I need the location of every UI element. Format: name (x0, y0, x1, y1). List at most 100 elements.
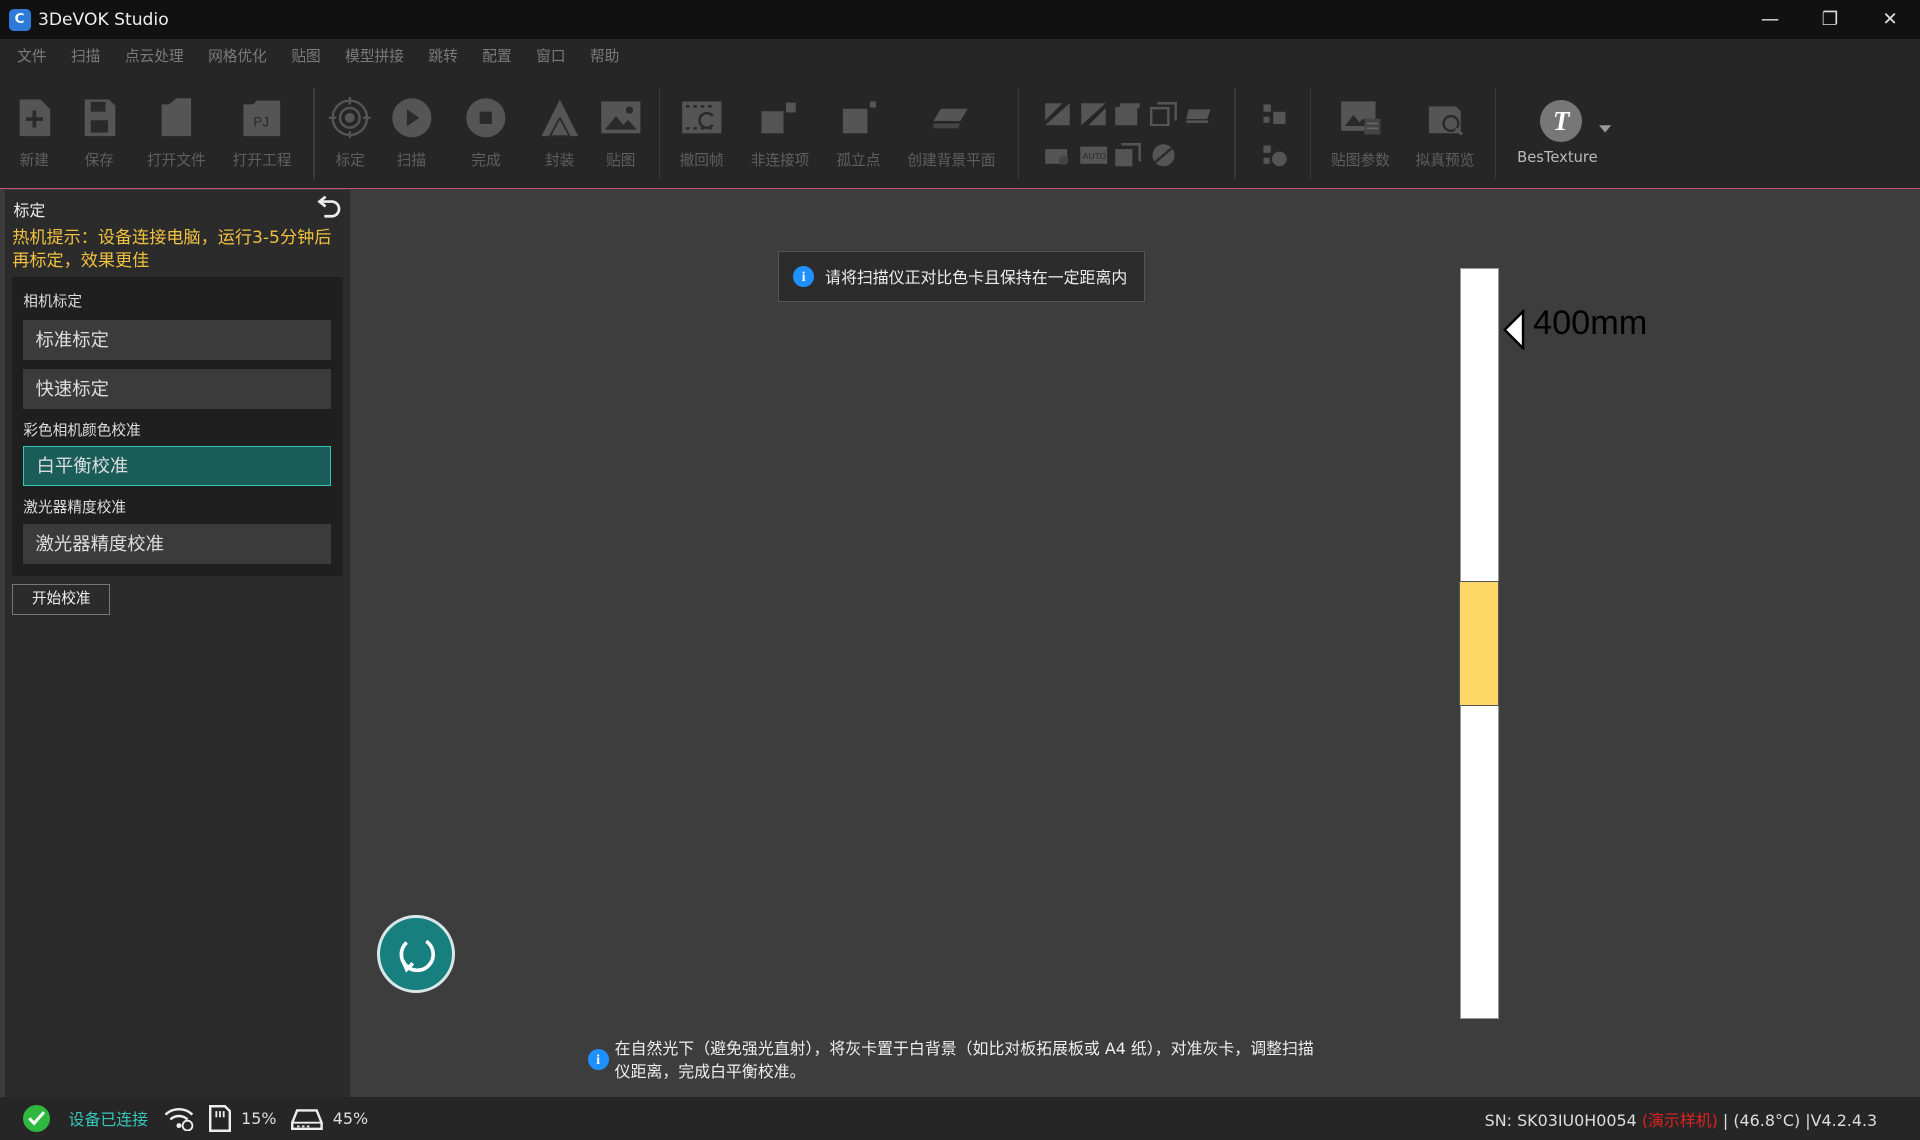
menu-point-cloud[interactable]: 点云处理 (113, 39, 196, 76)
bestexture-icon: T (1540, 100, 1583, 142)
open-project-icon: PJ (241, 95, 283, 139)
menu-file[interactable]: 文件 (5, 39, 59, 76)
quick-calibration-button[interactable]: 快速标定 (23, 368, 331, 409)
create-bg-plane-label: 创建背景平面 (907, 152, 996, 170)
scan-button[interactable]: 扫描 (391, 95, 433, 170)
bestexture-button[interactable]: T (1538, 98, 1585, 145)
toolbar-separator (1310, 88, 1312, 179)
edit-tool-6-icon[interactable] (1043, 142, 1072, 169)
laser-calibration-button[interactable]: 激光器精度校准 (23, 524, 331, 565)
save-icon (78, 95, 120, 139)
texture-params-icon (1340, 95, 1382, 139)
create-bg-plane-button[interactable]: 创建背景平面 (907, 95, 995, 170)
mock-preview-label: 拟真预览 (1415, 152, 1475, 170)
open-file-button[interactable]: 打开文件 (147, 95, 206, 170)
chevron-down-icon[interactable] (1597, 120, 1614, 137)
back-arrow-icon[interactable] (317, 193, 344, 219)
panel-title: 标定 (13, 201, 46, 221)
open-project-label: 打开工程 (232, 152, 292, 170)
bestexture-label: BesTexture (1517, 149, 1598, 167)
stop-icon (465, 95, 507, 139)
menu-model-merge[interactable]: 模型拼接 (333, 39, 416, 76)
camera-section-label: 相机标定 (23, 293, 83, 311)
title-bar: C 3DeVOK Studio — ❐ ✕ (0, 0, 1920, 40)
app-window: C 3DeVOK Studio — ❐ ✕ 文件 扫描 点云处理 网格优化 贴图… (0, 0, 1920, 1140)
refresh-icon (399, 940, 435, 974)
auto-tool-icon[interactable]: AUTO (1079, 142, 1108, 169)
status-bar: 设备已连接 15% 45% SN: SK03IU0H0054 (演示样机) | … (0, 1097, 1920, 1140)
menu-window[interactable]: 窗口 (524, 39, 578, 76)
refresh-button[interactable] (377, 914, 456, 994)
non-connected-button[interactable]: 非连接项 (750, 95, 810, 170)
open-file-label: 打开文件 (146, 152, 206, 170)
close-button[interactable]: ✕ (1860, 0, 1920, 39)
target-icon (329, 95, 371, 139)
plane-icon (931, 95, 973, 139)
minimize-button[interactable]: — (1740, 0, 1800, 39)
toolbar-separator (658, 88, 660, 179)
new-button[interactable]: 新建 (13, 95, 55, 170)
start-calibration-button[interactable]: 开始校准 (12, 584, 111, 615)
memory-percent: 45% (332, 1109, 369, 1129)
edit-tool-2-icon[interactable] (1079, 100, 1108, 127)
isolated-points-button[interactable]: 孤立点 (836, 95, 880, 170)
finish-button[interactable]: 完成 (465, 95, 507, 170)
edit-tool-4-icon[interactable] (1149, 100, 1178, 127)
triangles-icon (539, 95, 581, 139)
non-connected-label: 非连接项 (750, 152, 810, 170)
toolbar-separator (1495, 88, 1497, 179)
encapsulate-label: 封装 (544, 152, 575, 170)
calibrate-button[interactable]: 标定 (329, 95, 371, 170)
merge-tool-2-icon[interactable] (1260, 142, 1289, 169)
new-label: 新建 (19, 152, 49, 170)
warmup-tip: 热机提示：设备连接电脑，运行3-5分钟后再标定，效果更佳 (12, 227, 332, 271)
edit-tool-5-icon[interactable] (1184, 100, 1213, 127)
mock-preview-button[interactable]: 拟真预览 (1415, 95, 1475, 170)
distance-pointer-icon (1501, 308, 1525, 356)
sd-card-icon (209, 1105, 232, 1133)
menu-mesh-optimize[interactable]: 网格优化 (196, 39, 279, 76)
edit-tool-1-icon[interactable] (1043, 100, 1072, 127)
merge-tool-1-icon[interactable] (1260, 100, 1289, 127)
svg-text:AUTO: AUTO (1082, 151, 1106, 161)
encapsulate-button[interactable]: 封装 (539, 95, 581, 170)
edit-tool-3-icon[interactable] (1113, 100, 1142, 127)
menu-help[interactable]: 帮助 (578, 39, 632, 76)
menu-bar: 文件 扫描 点云处理 网格优化 贴图 模型拼接 跳转 配置 窗口 帮助 (0, 39, 1920, 76)
laser-section-label: 激光器精度校准 (23, 498, 127, 516)
texture-params-button[interactable]: 贴图参数 (1331, 95, 1390, 170)
toolbar-separator (1234, 88, 1236, 179)
menu-jump[interactable]: 跳转 (416, 39, 470, 76)
info-icon: i (793, 266, 815, 288)
save-button[interactable]: 保存 (78, 95, 120, 170)
connection-status: 设备已连接 (68, 1110, 149, 1130)
app-title: 3DeVOK Studio (37, 9, 169, 30)
guidance-toast: i 请将扫描仪正对比色卡且保持在一定距离内 (777, 251, 1145, 303)
undo-frame-button[interactable]: 撤回帧 (680, 95, 724, 170)
calibration-options: 相机标定 标准标定 快速标定 彩色相机颜色校准 白平衡校准 激光器精度校准 激光… (12, 276, 343, 576)
device-info: SN: SK03IU0H0054 (演示样机) | (46.8°C) |V4.2… (1485, 1108, 1878, 1131)
menu-config[interactable]: 配置 (470, 39, 524, 76)
viewport: i 请将扫描仪正对比色卡且保持在一定距离内 400mm i 在自然光下（避免强光… (352, 189, 1920, 1098)
menu-scan[interactable]: 扫描 (59, 39, 113, 76)
new-file-icon (13, 95, 55, 139)
calibration-panel: 标定 热机提示：设备连接电脑，运行3-5分钟后再标定，效果更佳 相机标定 标准标… (4, 189, 351, 1098)
edit-tool-9-icon[interactable] (1149, 142, 1178, 169)
blocks-icon (759, 95, 801, 139)
undo-frame-label: 撤回帧 (679, 152, 724, 170)
open-project-button[interactable]: PJ 打开工程 (232, 95, 292, 170)
restore-button[interactable]: ❐ (1800, 0, 1860, 39)
menu-texture[interactable]: 贴图 (279, 39, 333, 76)
isolated-points-label: 孤立点 (836, 152, 881, 170)
edit-tool-8-icon[interactable] (1113, 142, 1142, 169)
svg-text:PJ: PJ (253, 114, 269, 129)
play-icon (391, 95, 433, 139)
window-controls: — ❐ ✕ (1740, 0, 1920, 39)
save-label: 保存 (84, 152, 114, 170)
white-balance-button[interactable]: 白平衡校准 (23, 445, 331, 487)
wifi-icon (163, 1106, 195, 1131)
calibrate-label: 标定 (335, 152, 365, 170)
texture-button[interactable]: 贴图 (600, 95, 642, 170)
film-undo-icon (681, 95, 723, 139)
standard-calibration-button[interactable]: 标准标定 (23, 319, 331, 360)
